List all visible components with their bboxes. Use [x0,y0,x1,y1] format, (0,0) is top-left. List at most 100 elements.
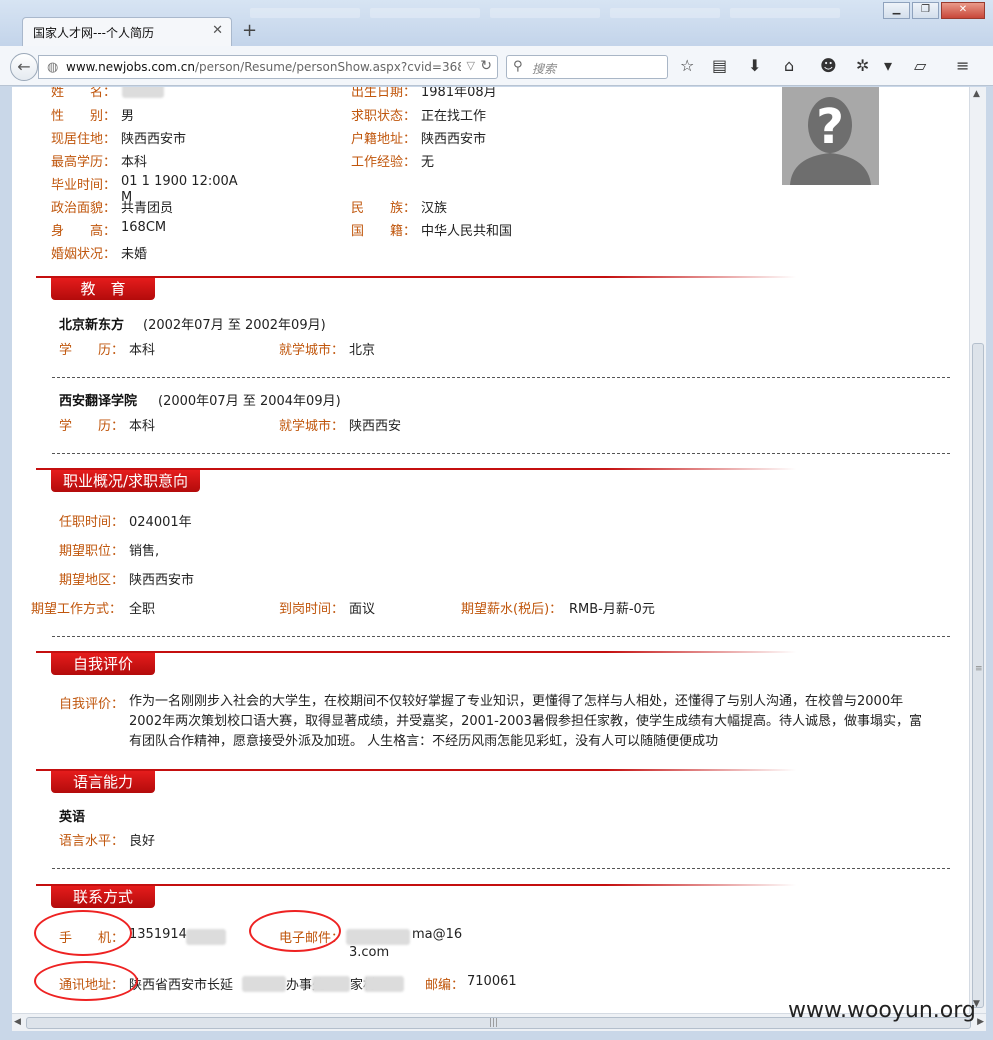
redacted-phone [186,929,226,945]
address-value: 陕西省西安市长延 [129,978,234,993]
window-controls: ▁ ❐ ✕ [883,2,985,19]
download-icon[interactable]: ⬇ [748,56,761,75]
residence-label: 现居住地： [51,132,117,147]
language-level-label: 语言水平： [59,834,125,849]
annotation-circle [34,961,138,1001]
background-tab[interactable] [370,8,480,18]
marital-label: 婚姻状况： [51,247,117,262]
contact-section-title: 联系方式 [51,886,155,908]
url-text[interactable]: www.newjobs.com.cn/person/Resume/personS… [66,60,461,74]
education-section-title: 教 育 [51,278,155,300]
salary-label: 期望薪水(税后)： [461,602,563,617]
birth-label: 出生日期： [351,87,417,100]
city-value: 陕西西安 [349,419,402,434]
name-label: 姓 名： [51,87,117,100]
degree-label: 学 历： [59,419,125,434]
experience-value: 无 [421,155,435,170]
minimize-button[interactable]: ▁ [883,2,910,19]
avatar: ? [782,87,879,185]
political-label: 政治面貌： [51,201,117,216]
email-value-wrap: 3.com [349,945,390,960]
ethnic-value: 汉族 [421,201,448,216]
school-name: 北京新东方 [59,318,125,333]
education-label: 最高学历： [51,155,117,170]
dashed-divider [52,868,950,869]
dashed-divider [52,377,950,378]
school-period: (2002年07月 至 2002年09月) [143,318,326,333]
dashed-divider [52,636,950,637]
scrollbar-thumb[interactable]: ≡ [972,343,984,1008]
education-value: 本科 [121,155,148,170]
scroll-left-icon[interactable]: ◀ [14,1017,21,1027]
search-box[interactable]: ⚲ 搜索 [506,55,668,79]
globe-icon: ◍ [47,60,59,75]
background-tab[interactable] [730,8,840,18]
tenure-value: 024001年 [129,515,192,530]
jobstatus-label: 求职状态： [351,109,417,124]
email-value: ma@16 [412,927,463,942]
self-eval-text: 作为一名刚刚步入社会的大学生，在校期间不仅较好掌握了专业知识，更懂得了怎样与人相… [129,694,922,749]
watermark: www.wooyun.org [788,998,976,1023]
search-placeholder: 搜索 [532,62,557,76]
notes-icon[interactable]: ▱ [914,56,926,75]
bookmark-star-icon[interactable]: ☆ [680,56,694,75]
scroll-up-icon[interactable]: ▲ [973,89,980,99]
height-label: 身 高： [51,224,117,239]
dropdown-arrow-icon[interactable]: ▽ [467,59,475,72]
experience-label: 工作经验： [351,155,417,170]
redacted-address [242,976,286,992]
reading-list-icon[interactable]: ▤ [712,56,727,75]
extension-icon[interactable]: ✲ [856,56,869,75]
annotation-circle [249,910,341,952]
city-label: 就学城市： [279,343,345,358]
scrollbar-grip-icon: ≡ [975,664,983,674]
background-tab[interactable] [490,8,600,18]
position-value: 销售, [129,544,160,559]
redacted-name [122,87,164,98]
scrollbar-grip-icon: ||| [489,1018,499,1028]
hukou-value: 陕西西安市 [421,132,487,147]
gender-label: 性 别： [51,109,117,124]
gender-value: 男 [121,109,135,124]
degree-value: 本科 [129,343,156,358]
menu-arrow-icon[interactable]: ▾ [884,56,892,75]
maximize-button[interactable]: ❐ [912,2,939,19]
phone-value: 1351914 [129,927,187,942]
close-window-button[interactable]: ✕ [941,2,985,19]
background-tab[interactable] [610,8,720,18]
nationality-value: 中华人民共和国 [421,224,513,239]
tab-close-icon[interactable]: ✕ [212,23,223,38]
tenure-label: 任职时间： [59,515,125,530]
back-arrow-icon[interactable]: ← [10,53,38,81]
address-bar[interactable]: ◍ www.newjobs.com.cn/person/Resume/perso… [38,55,498,79]
zip-value: 710061 [467,974,517,989]
school-period: (2000年07月 至 2004年09月) [158,394,341,409]
height-value: 168CM [121,220,167,235]
political-value: 共青团员 [121,201,174,216]
salary-value: RMB-月薪-0元 [569,602,655,617]
tab-title: 国家人才网---个人简历 [33,26,154,40]
navigation-bar: ← ◍ www.newjobs.com.cn/person/Resume/per… [0,46,993,86]
page-content: 姓 名： 性 别： 男 现居住地： 陕西西安市 最高学历： 本科 毕业时间： 0… [12,87,969,1013]
graduation-value: 01 1 1900 12:00A [121,174,238,189]
background-tab[interactable] [250,8,360,18]
marital-value: 未婚 [121,247,148,262]
arrival-label: 到岗时间： [279,602,345,617]
chat-icon[interactable]: ☻ [820,56,837,75]
home-icon[interactable]: ⌂ [784,56,794,75]
scroll-right-icon[interactable]: ▶ [977,1017,984,1027]
self-eval-section-title: 自我评价 [51,653,155,675]
residence-value: 陕西西安市 [121,132,187,147]
active-tab[interactable]: 国家人才网---个人简历 ✕ [22,17,232,46]
arrival-value: 面议 [349,602,376,617]
title-bar: 国家人才网---个人简历 ✕ + ▁ ❐ ✕ [0,0,993,46]
school-name: 西安翻译学院 [59,394,138,409]
dashed-divider [52,453,950,454]
svg-text:?: ? [816,99,844,155]
new-tab-icon[interactable]: + [242,20,257,41]
vertical-scrollbar[interactable]: ▲ ≡ ▼ [969,87,986,1013]
reload-icon[interactable]: ↻ [480,58,492,74]
birth-value: 1981年08月 [421,87,497,100]
avatar-placeholder-icon: ? [782,87,879,185]
hamburger-menu-icon[interactable]: ≡ [956,56,969,75]
